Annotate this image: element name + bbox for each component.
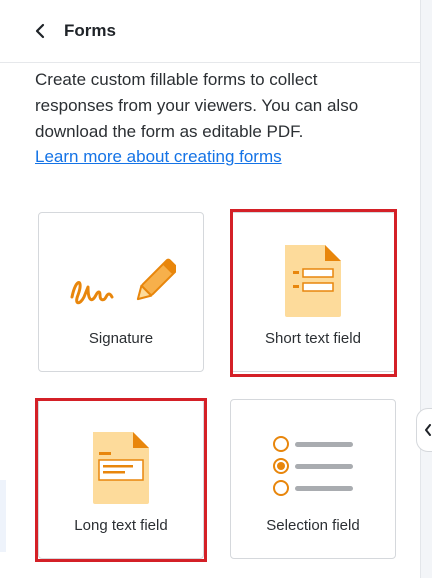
selection-field-card[interactable]: Selection field bbox=[230, 399, 396, 559]
signature-card[interactable]: Signature bbox=[38, 212, 204, 372]
short-text-field-icon bbox=[285, 245, 341, 317]
forms-description: Create custom fillable forms to collect … bbox=[35, 70, 359, 141]
short-text-field-card[interactable]: Short text field bbox=[230, 212, 396, 372]
panel-header: Forms bbox=[0, 0, 420, 63]
chevron-left-icon bbox=[425, 424, 431, 436]
long-text-field-icon bbox=[93, 432, 149, 504]
signature-label: Signature bbox=[88, 330, 154, 347]
back-button[interactable] bbox=[28, 18, 52, 44]
collapse-panel-handle[interactable] bbox=[416, 408, 432, 452]
signature-icon bbox=[70, 258, 176, 305]
left-strip bbox=[0, 480, 6, 552]
selection-field-label: Selection field bbox=[266, 517, 360, 534]
panel-title: Forms bbox=[64, 21, 116, 40]
chevron-left-icon bbox=[35, 23, 45, 39]
forms-panel: Forms Create custom fillable forms to co… bbox=[0, 0, 421, 578]
long-text-field-card[interactable]: Long text field bbox=[38, 399, 204, 559]
selection-field-icon bbox=[273, 436, 353, 496]
learn-more-link[interactable]: Learn more about creating forms bbox=[35, 147, 282, 167]
short-text-field-label: Short text field bbox=[265, 330, 361, 347]
long-text-field-label: Long text field bbox=[74, 517, 168, 534]
